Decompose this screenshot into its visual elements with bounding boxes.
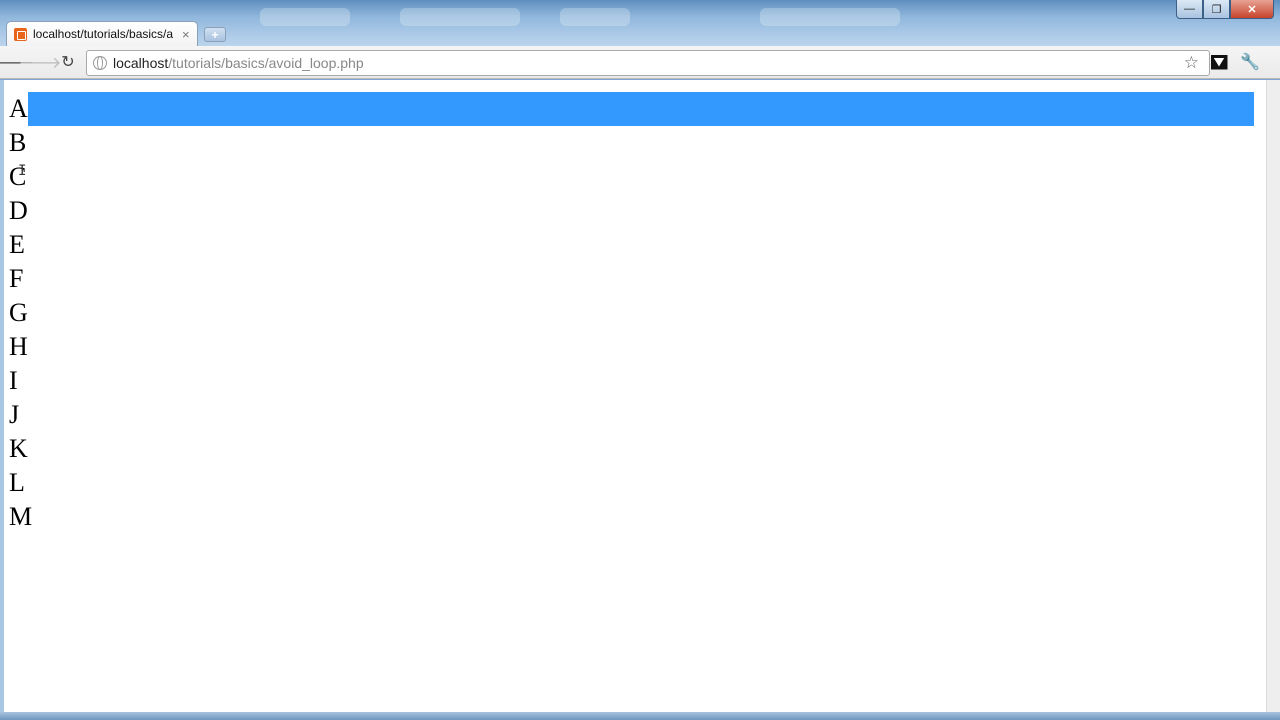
wrench-icon: 🔧	[1240, 54, 1260, 71]
scrollbar[interactable]	[1266, 80, 1280, 712]
letter-line: C	[9, 162, 27, 191]
forward-arrow-icon[interactable]: 🡒	[19, 52, 62, 72]
letter-line: I	[9, 366, 18, 395]
address-bar[interactable]: localhost/tutorials/basics/avoid_loop.ph…	[86, 50, 1210, 76]
tab-title: localhost/tutorials/basics/a	[33, 27, 174, 41]
extension-button[interactable]	[1209, 52, 1229, 72]
browser-window: — ❐ ✕ localhost/tutorials/basics/a × + 🡐…	[0, 0, 1280, 720]
letter-line: B	[9, 128, 27, 157]
letter-line: M	[9, 502, 33, 531]
url-path: /tutorials/basics/avoid_loop.php	[168, 55, 364, 71]
globe-icon	[93, 56, 107, 70]
letter-line: D	[9, 196, 28, 225]
text-cursor-icon: I	[18, 163, 27, 179]
new-tab-button[interactable]: +	[204, 27, 226, 42]
maximize-button[interactable]: ❐	[1203, 0, 1230, 19]
tab-close-icon[interactable]: ×	[182, 27, 190, 42]
url-host: localhost	[113, 55, 169, 71]
window-controls: — ❐ ✕	[1176, 0, 1274, 22]
letter-line: J	[9, 400, 20, 429]
minimize-button[interactable]: —	[1176, 0, 1203, 19]
letter-line: K	[9, 434, 28, 463]
letter-line: E	[9, 230, 25, 259]
letter-line: F	[9, 264, 24, 293]
window-frame-bottom	[0, 712, 1280, 720]
letter-line: H	[9, 332, 28, 361]
xampp-favicon-icon	[14, 27, 27, 41]
browser-tab[interactable]: localhost/tutorials/basics/a ×	[6, 21, 198, 46]
page-content: ABCDEFGHIJKLM I	[4, 80, 1266, 712]
letter-list: ABCDEFGHIJKLM	[9, 92, 1254, 534]
close-button[interactable]: ✕	[1230, 0, 1274, 19]
wrench-menu-button[interactable]: 🔧	[1240, 52, 1260, 72]
extension-icon	[1210, 54, 1228, 70]
browser-toolbar: 🡐 🡒 ↻ localhost/tutorials/basics/avoid_l…	[0, 46, 1280, 79]
bookmark-star-icon[interactable]: ☆	[1184, 53, 1199, 73]
title-bar: — ❐ ✕ localhost/tutorials/basics/a × +	[0, 0, 1280, 46]
reload-icon[interactable]: ↻	[58, 52, 78, 72]
letter-line: L	[9, 468, 25, 497]
letter-line: A	[9, 92, 1254, 126]
letter-line: G	[9, 298, 28, 327]
